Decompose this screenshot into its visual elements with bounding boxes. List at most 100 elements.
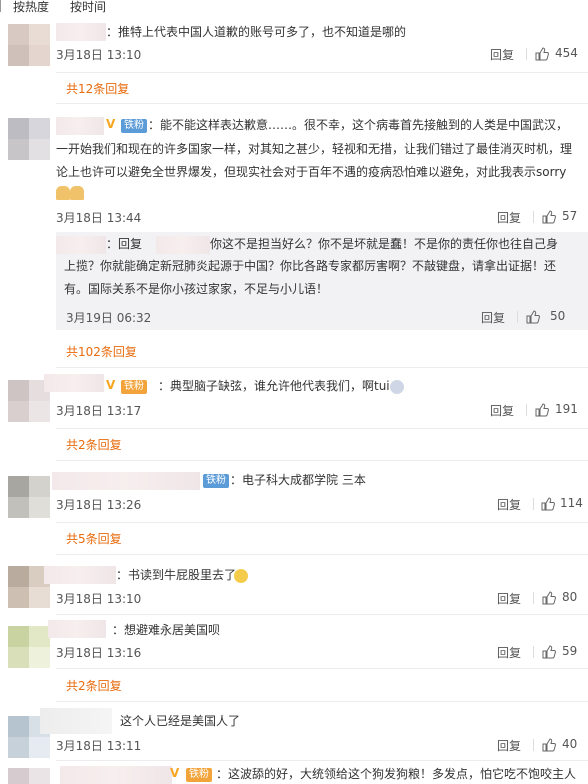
crying-emoji-icon (234, 569, 248, 583)
comment-text-line1: ：能不能这样表达歉意……。很不幸，这个病毒首先接触到的人类是中国武汉， (148, 118, 569, 132)
reply-prefix: ：回复 (106, 237, 143, 251)
thumbs-up-icon[interactable] (541, 497, 555, 511)
view-more-replies[interactable]: 共2条回复 (66, 677, 122, 694)
like-count: 191 (555, 402, 578, 416)
comment-text: 这个人已经是美国人了 (120, 714, 241, 728)
fan-badge: 铁粉 (121, 380, 147, 394)
action-separator (533, 739, 534, 751)
username[interactable] (44, 566, 116, 584)
reply-button[interactable]: 回复 (490, 402, 514, 419)
avatar[interactable] (8, 626, 50, 668)
divider (56, 760, 588, 761)
username[interactable] (48, 620, 106, 638)
divider (56, 668, 588, 669)
action-separator (533, 592, 534, 604)
reply-button[interactable]: 回复 (497, 590, 521, 607)
emoji-icon (390, 380, 404, 394)
comment-time: 3月18日 13:11 (56, 739, 142, 753)
view-more-replies[interactable]: 共102条回复 (66, 343, 137, 360)
action-separator (533, 498, 534, 510)
username[interactable] (52, 472, 200, 490)
view-more-replies[interactable]: 共2条回复 (66, 436, 122, 453)
action-separator (526, 404, 527, 416)
sub-reply-text-line1: 你这不是担当好么？你不是坏就是蠢！不是你的责任你也往自己身 (210, 237, 559, 251)
like-count: 114 (560, 496, 583, 510)
action-separator (533, 211, 534, 223)
comment-time: 3月18日 13:10 (56, 592, 142, 606)
like-count: 57 (562, 209, 578, 223)
vip-v-icon: V (170, 766, 180, 780)
comment-time: 3月18日 13:26 (56, 498, 142, 512)
view-more-replies[interactable]: 共12条回复 (66, 80, 129, 97)
comment-time: 3月18日 13:16 (56, 646, 142, 660)
comment-text: ：推特上代表中国人道歉的账号可多了，也不知道是哪的 (106, 25, 407, 39)
divider (56, 614, 588, 615)
divider (56, 701, 588, 702)
view-more-replies[interactable]: 共5条回复 (66, 530, 122, 547)
divider (56, 103, 588, 104)
fan-badge: 铁粉 (203, 474, 229, 488)
username[interactable] (60, 766, 172, 784)
sort-by-hot-tab[interactable]: 按热度 (13, 0, 49, 15)
action-separator (526, 48, 527, 60)
divider (56, 72, 588, 73)
like-count: 40 (562, 737, 578, 751)
prayer-hands-emoji (56, 186, 84, 201)
like-count: 80 (562, 590, 578, 604)
comment-text: ：典型脑子缺弦，谁允许他代表我们，啊tui (158, 379, 390, 393)
avatar[interactable] (8, 476, 50, 518)
comment-text-line3: 论上也许可以避免全世界爆发，但现实社会对于百年不遇的疫病恐怕难以避免，对此我表示… (56, 165, 567, 179)
comment-time: 3月18日 13:44 (56, 211, 142, 225)
comment-text: ：电子科大成都学院 三本 (230, 473, 366, 487)
username[interactable] (56, 236, 106, 254)
comment-time: 3月18日 13:17 (56, 404, 142, 418)
action-separator (533, 646, 534, 658)
avatar[interactable] (8, 24, 50, 66)
divider (56, 428, 588, 429)
fan-badge: 铁粉 (186, 768, 212, 782)
reply-button[interactable]: 回复 (481, 309, 505, 326)
comment-text: ：书读到牛屁股里去了 (116, 568, 237, 582)
fan-badge: 铁粉 (121, 119, 147, 133)
thumbs-up-icon[interactable] (535, 403, 549, 417)
comment-time: 3月18日 13:10 (56, 48, 142, 62)
thumbs-up-icon[interactable] (542, 591, 556, 605)
username[interactable] (44, 374, 104, 392)
avatar[interactable] (8, 118, 50, 160)
vip-v-icon: V (106, 378, 116, 392)
divider (56, 460, 588, 461)
thumbs-up-icon[interactable] (542, 645, 556, 659)
like-count: 59 (562, 644, 578, 658)
replied-username[interactable] (156, 236, 210, 254)
username[interactable] (40, 708, 112, 734)
thumbs-up-icon[interactable] (526, 310, 540, 324)
divider (56, 367, 588, 368)
sort-by-time-tab[interactable]: 按时间 (70, 0, 106, 15)
reply-button[interactable]: 回复 (497, 737, 521, 754)
like-count: 454 (555, 46, 578, 60)
sub-reply-text-line2: 上揽？你就能确定新冠肺炎起源于中国？你比各路专家都厉害啊？不敲键盘，请拿出证据！… (64, 259, 557, 273)
comment-text: ：想避难永居美国呗 (112, 623, 221, 637)
divider (56, 522, 588, 523)
sub-reply-time: 3月19日 06:32 (66, 311, 152, 325)
vip-v-icon: V (106, 117, 116, 131)
divider (56, 554, 588, 555)
avatar[interactable] (8, 768, 50, 784)
sub-reply: ：回复 你这不是担当好么？你不是坏就是蠢！不是你的责任你也往自己身 上揽？你就能… (56, 232, 588, 330)
sub-reply-text-line3: 有。国际关系不是你小孩过家家，不足与小儿语！ (64, 282, 329, 296)
sort-bar: 按热度 按时间 (0, 0, 588, 14)
action-separator (517, 311, 518, 323)
reply-button[interactable]: 回复 (497, 496, 521, 513)
reply-button[interactable]: 回复 (490, 46, 514, 63)
reply-button[interactable]: 回复 (497, 209, 521, 226)
thumbs-up-icon[interactable] (542, 210, 556, 224)
reply-button[interactable]: 回复 (497, 644, 521, 661)
thumbs-up-icon[interactable] (542, 738, 556, 752)
comment-text-line2: 一开始我们和现在的许多国家一样，对其知之甚少，轻视和无措，让我们错过了最佳消灭时… (56, 142, 573, 156)
username[interactable] (56, 117, 104, 135)
username[interactable] (56, 23, 106, 41)
thumbs-up-icon[interactable] (535, 47, 549, 61)
like-count: 50 (550, 309, 566, 323)
sort-separator (0, 0, 1, 12)
comment-text: ：这波舔的好，大统领给这个狗发狗粮！多发点，怕它吃不饱咬主人 (216, 767, 577, 781)
